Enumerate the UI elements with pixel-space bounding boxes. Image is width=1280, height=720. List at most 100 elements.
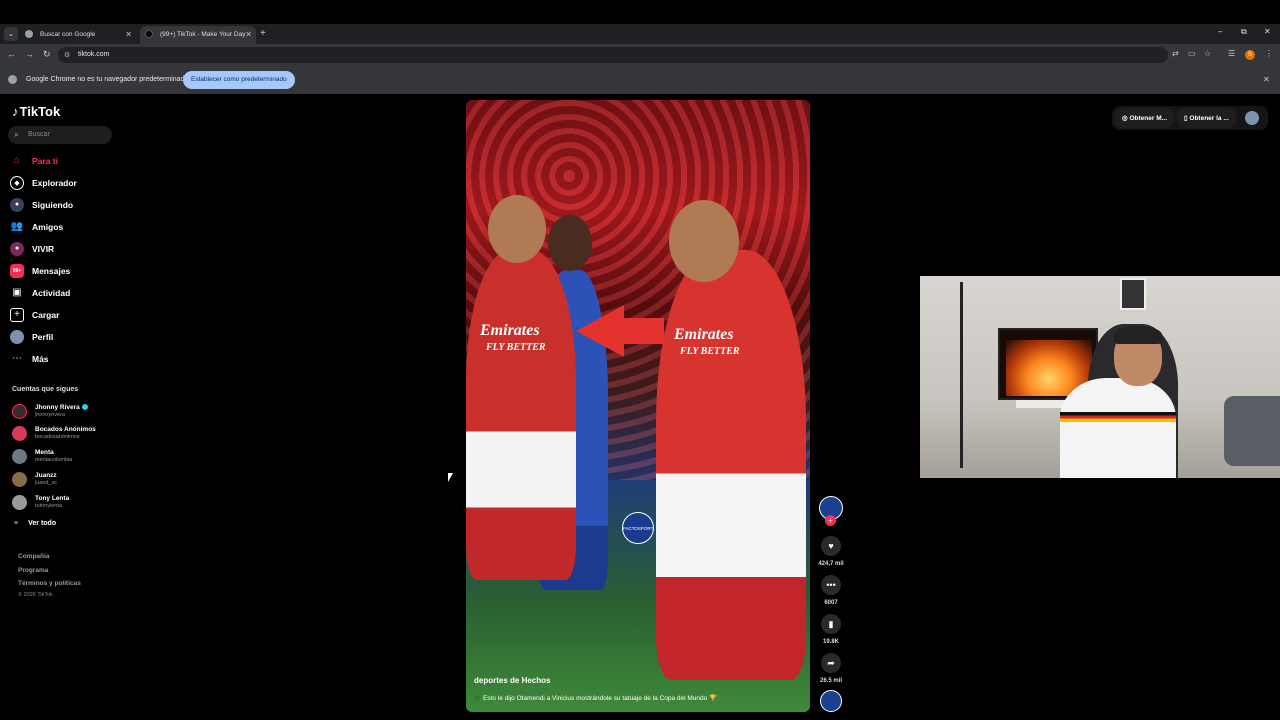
share-count: 26.5 mil <box>819 678 842 684</box>
close-infobar-icon[interactable]: ✕ <box>1263 75 1270 84</box>
followed-account[interactable]: Tony Lenta tutonylenta <box>12 493 122 513</box>
search-placeholder: Buscar <box>28 131 50 138</box>
address-bar[interactable]: ⚙ tiktok.com <box>58 47 1168 63</box>
player-red-right <box>656 250 806 680</box>
footer-link-terms[interactable]: Términos y políticas <box>18 580 81 587</box>
jersey-sponsor: Emirates <box>480 322 540 339</box>
account-handle: juand_vc <box>35 480 58 486</box>
home-icon: ⌂ <box>13 155 21 166</box>
nav-messages[interactable]: 99+ Mensajes <box>10 263 120 279</box>
player-head <box>488 195 546 263</box>
video-player[interactable]: Emirates FLY BETTER Emirates FLY BETTER … <box>466 100 810 712</box>
close-tab-icon[interactable]: ✕ <box>245 30 252 39</box>
jersey-sponsor: Emirates <box>674 326 734 343</box>
video-author[interactable]: deportes de Hechos <box>474 676 550 685</box>
set-default-button[interactable]: Establecer como predeterminado <box>183 71 295 89</box>
account-handle: jhonnyrivera <box>35 412 65 418</box>
bookmark-star-icon[interactable]: ☆ <box>1204 49 1211 58</box>
followed-account[interactable]: Bocados Anónimos bocadosanónimos <box>12 424 122 444</box>
footer-link-company[interactable]: Compañía <box>18 553 49 560</box>
nav-following[interactable]: ● Siguiendo <box>10 197 120 213</box>
jersey-sponsor-sub: FLY BETTER <box>680 346 740 357</box>
chrome-menu-icon[interactable]: ⋮ <box>1265 49 1273 58</box>
compass-icon: ◆ <box>10 176 24 190</box>
nav-friends[interactable]: 👥 Amigos <box>10 219 120 235</box>
close-tab-icon[interactable]: ✕ <box>125 30 132 39</box>
live-icon: ● <box>10 242 24 256</box>
address-toolbar: ← → ↻ ⚙ tiktok.com ⇄ ▭ ☆ ☰ S ⋮ <box>0 44 1280 66</box>
like-heart-icon[interactable]: ♥ <box>821 536 841 556</box>
site-info-icon[interactable]: ⚙ <box>64 51 70 59</box>
forward-icon[interactable]: → <box>25 49 34 59</box>
streamer-shirt <box>1060 378 1176 478</box>
user-avatar[interactable] <box>1245 111 1259 125</box>
following-icon: ● <box>10 198 24 212</box>
follow-plus-icon[interactable]: + <box>825 515 836 526</box>
bookmark-icon[interactable]: ▮ <box>821 614 841 634</box>
shirt-stripe <box>1060 412 1176 422</box>
account-handle: bocadosanónimos <box>35 434 80 440</box>
tab-title: (99+) TikTok - Make Your Day <box>160 31 246 38</box>
like-count: 424,7 mil <box>818 561 844 567</box>
nav-label: Siguiendo <box>32 200 74 210</box>
minimize-button[interactable]: – <box>1218 27 1222 36</box>
tab-google[interactable]: Buscar con Google ✕ <box>20 26 136 44</box>
footer-link-program[interactable]: Programa <box>18 567 48 574</box>
nav-label: Actividad <box>32 288 71 298</box>
nav-more[interactable]: ⋯ Más <box>10 351 120 367</box>
avatar <box>12 495 27 510</box>
get-app-button-1[interactable]: ◎ Obtener M... <box>1114 108 1176 128</box>
list-icon: ≡ <box>14 520 19 527</box>
extensions-icon[interactable]: ☰ <box>1228 49 1235 58</box>
nav-upload[interactable]: + Cargar <box>10 307 120 323</box>
close-window-button[interactable]: ✕ <box>1264 27 1271 36</box>
comment-count: 6007 <box>824 600 838 606</box>
nav-for-you[interactable]: ⌂ Para ti <box>10 153 120 169</box>
search-input[interactable]: ⌕ Buscar <box>8 126 112 144</box>
account-name: Tony Lenta <box>35 495 70 502</box>
translate-icon[interactable]: ⇄ <box>1172 49 1179 58</box>
player-head <box>548 215 592 271</box>
tab-tiktok[interactable]: (99+) TikTok - Make Your Day ✕ <box>140 26 256 44</box>
new-tab-button[interactable]: + <box>260 28 266 39</box>
tab-title: Buscar con Google <box>40 31 96 38</box>
nav-label: Cargar <box>32 310 60 320</box>
restore-button[interactable]: ⧉ <box>1241 27 1247 37</box>
account-name: Jhonny Rivera <box>35 404 88 411</box>
account-handle: mentacolombia <box>35 457 73 463</box>
more-icon: ⋯ <box>12 353 22 364</box>
reload-icon[interactable]: ↻ <box>43 49 51 60</box>
nav-explore[interactable]: ◆ Explorador <box>10 175 120 191</box>
nav-label: Amigos <box>32 222 64 232</box>
comment-icon[interactable]: ••• <box>821 575 841 595</box>
factosport-watermark: FACTOSPORT <box>622 512 654 544</box>
tiktok-logo[interactable]: ♪TikTok <box>12 104 60 119</box>
copyright: © 2026 TikTok <box>18 592 53 598</box>
floor-lamp <box>960 282 963 468</box>
music-disc-icon[interactable] <box>820 690 842 712</box>
messages-icon: 99+ <box>10 264 24 278</box>
tab-strip: ⌄ Buscar con Google ✕ (99+) TikTok - Mak… <box>0 24 1280 44</box>
profile-avatar[interactable]: S <box>1245 50 1255 60</box>
nav-activity[interactable]: ▣ Actividad <box>10 285 120 301</box>
avatar <box>12 426 27 441</box>
account-name: Bocados Anónimos <box>35 426 96 433</box>
followed-account[interactable]: Menta mentacolombia <box>12 447 122 467</box>
nav-live[interactable]: ● VIVIR <box>10 241 120 257</box>
account-name: Juanzz <box>35 472 57 479</box>
nav-label: Explorador <box>32 178 77 188</box>
caption-avatar-icon <box>474 695 480 702</box>
see-all-link[interactable]: ≡ Ver todo <box>14 520 56 527</box>
nav-profile[interactable]: Perfil <box>10 329 120 345</box>
cast-icon[interactable]: ▭ <box>1188 49 1196 58</box>
avatar <box>12 404 27 419</box>
back-icon[interactable]: ← <box>7 49 16 59</box>
search-icon: ⌕ <box>14 129 20 139</box>
tab-search-menu-icon[interactable]: ⌄ <box>4 27 18 41</box>
followed-account[interactable]: Juanzz juand_vc <box>12 470 122 490</box>
avatar <box>12 472 27 487</box>
friends-icon: 👥 <box>10 221 24 232</box>
share-arrow-icon[interactable]: ➦ <box>821 653 841 673</box>
followed-account[interactable]: Jhonny Rivera jhonnyrivera <box>12 402 122 422</box>
get-app-button-2[interactable]: ▯ Obtener la ... <box>1176 108 1237 128</box>
